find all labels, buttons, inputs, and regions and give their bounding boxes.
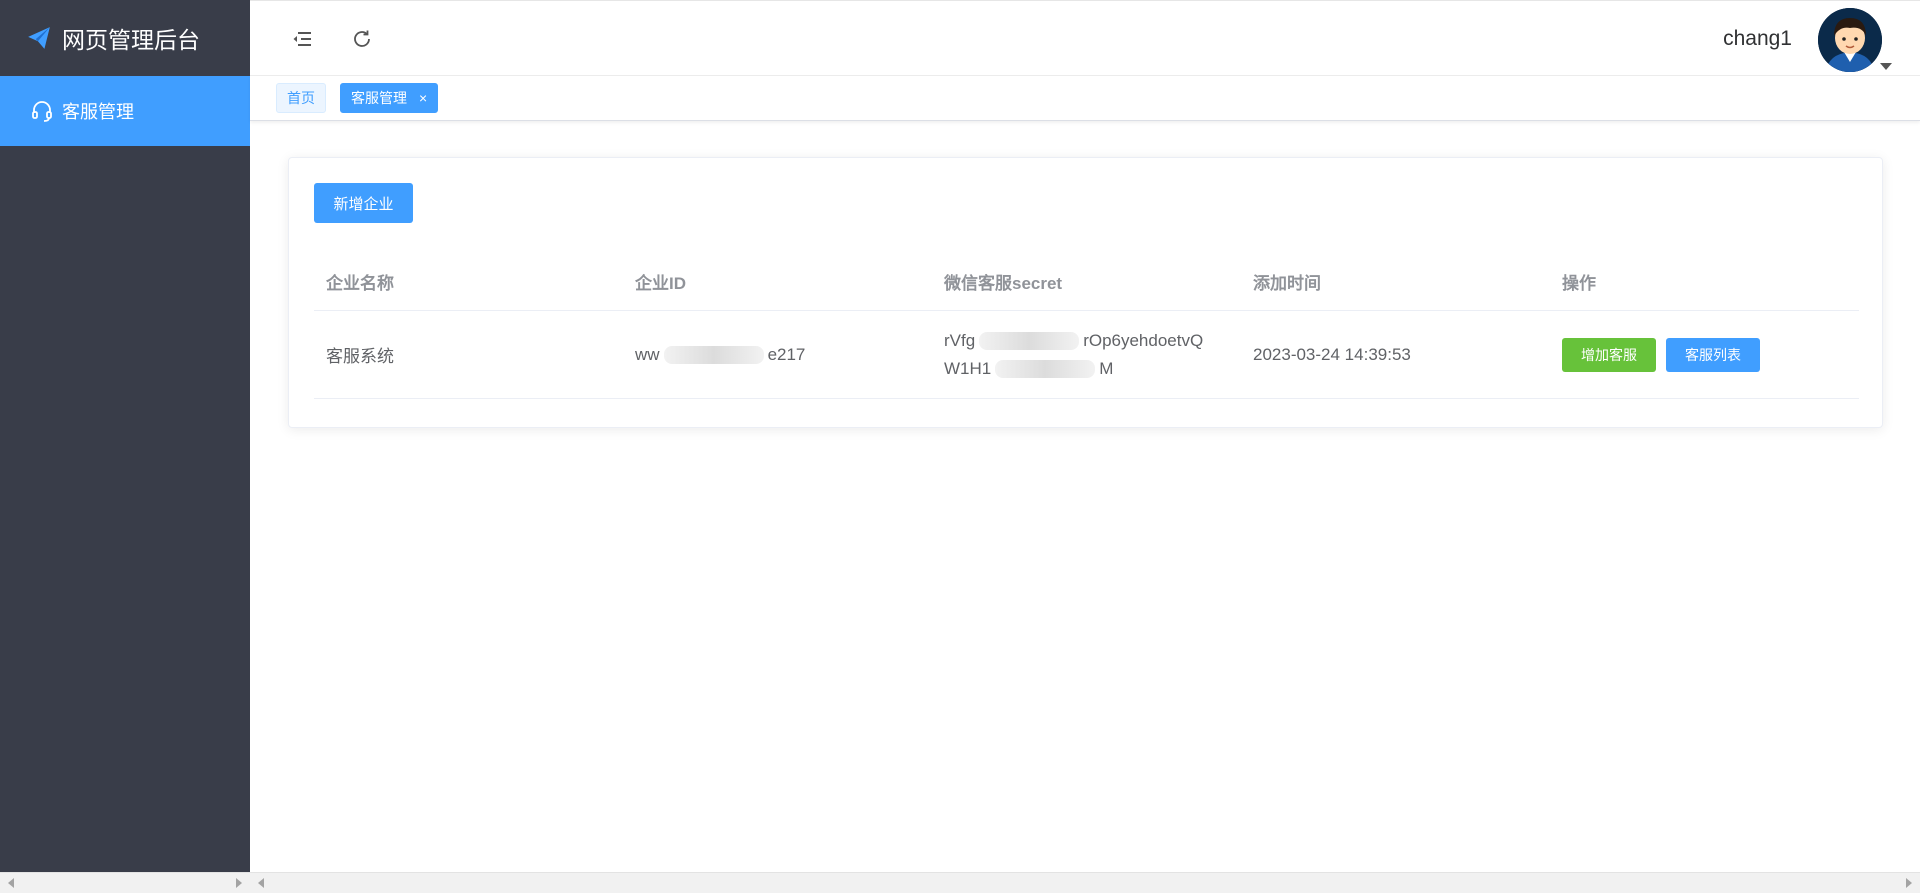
top-header: chang1 xyxy=(250,0,1920,76)
scroll-right-icon[interactable] xyxy=(1906,878,1912,888)
secret-line1-prefix: rVfg xyxy=(944,330,976,350)
tag-home[interactable]: 首页 xyxy=(276,83,326,113)
redacted-mask xyxy=(663,346,764,365)
scroll-left-icon[interactable] xyxy=(258,878,264,888)
agent-list-button[interactable]: 客服列表 xyxy=(1666,337,1760,372)
row-actions: 增加客服 客服列表 xyxy=(1550,337,1859,372)
tag-label: 首页 xyxy=(287,90,315,106)
wechat-secret: rVfg rOp6yehdoetvQ W1H1 M xyxy=(932,327,1241,383)
redacted-mask xyxy=(979,332,1080,351)
column-header: 企业ID xyxy=(635,274,686,293)
id-suffix: e217 xyxy=(767,344,806,364)
column-header: 微信客服secret xyxy=(944,274,1063,293)
add-agent-button[interactable]: 增加客服 xyxy=(1562,337,1656,372)
column-header: 企业名称 xyxy=(326,274,394,293)
sidebar: 网页管理后台 客服管理 xyxy=(0,0,250,872)
secret-line2-suffix: M xyxy=(1099,358,1114,378)
refresh-button[interactable] xyxy=(348,25,376,53)
enterprise-name: 客服系统 xyxy=(326,347,394,366)
redacted-mask xyxy=(995,360,1096,379)
app-logo[interactable]: 网页管理后台 xyxy=(0,0,250,76)
content-card: 新增企业 企业名称 企业ID 微信客服secret 添加时间 操作 客服系统 w… xyxy=(288,157,1883,428)
add-enterprise-button[interactable]: 新增企业 xyxy=(314,183,413,223)
collapse-menu-button[interactable] xyxy=(288,25,316,53)
tags-bar: 首页 客服管理 × xyxy=(250,76,1920,121)
enterprise-table: 企业名称 企业ID 微信客服secret 添加时间 操作 客服系统 ww e217… xyxy=(314,253,1859,399)
enterprise-id: ww e217 xyxy=(623,345,932,365)
table-row: 客服系统 ww e217 rVfg rOp6yehdoetvQ W1H1 M 2023… xyxy=(314,311,1859,399)
chevron-down-icon[interactable] xyxy=(1880,63,1892,70)
scroll-left-icon[interactable] xyxy=(8,878,14,888)
secret-line1-suffix: rOp6yehdoetvQ xyxy=(1083,330,1204,350)
avatar[interactable] xyxy=(1818,8,1882,72)
table-header: 企业名称 企业ID 微信客服secret 添加时间 操作 xyxy=(314,253,1859,311)
user-avatar-icon xyxy=(1818,8,1882,72)
horizontal-scrollbar[interactable] xyxy=(0,872,1920,893)
tag-customer-service[interactable]: 客服管理 × xyxy=(340,83,439,113)
collapse-menu-icon xyxy=(293,32,311,46)
secret-line2-prefix: W1H1 xyxy=(944,358,992,378)
added-time: 2023-03-24 14:39:53 xyxy=(1253,344,1411,364)
headset-icon xyxy=(32,101,52,122)
app-title: 网页管理后台 xyxy=(62,27,200,53)
sidebar-item-customer-service[interactable]: 客服管理 xyxy=(0,76,250,146)
close-icon[interactable]: × xyxy=(419,90,427,106)
sidebar-item-label: 客服管理 xyxy=(62,102,134,122)
scroll-right-icon[interactable] xyxy=(236,878,242,888)
column-header: 操作 xyxy=(1562,274,1596,293)
paper-plane-icon xyxy=(28,27,50,49)
id-prefix: ww xyxy=(635,344,660,364)
refresh-icon xyxy=(354,30,370,47)
username[interactable]: chang1 xyxy=(1723,27,1792,51)
column-header: 添加时间 xyxy=(1253,274,1321,293)
tag-label: 客服管理 xyxy=(351,90,407,106)
